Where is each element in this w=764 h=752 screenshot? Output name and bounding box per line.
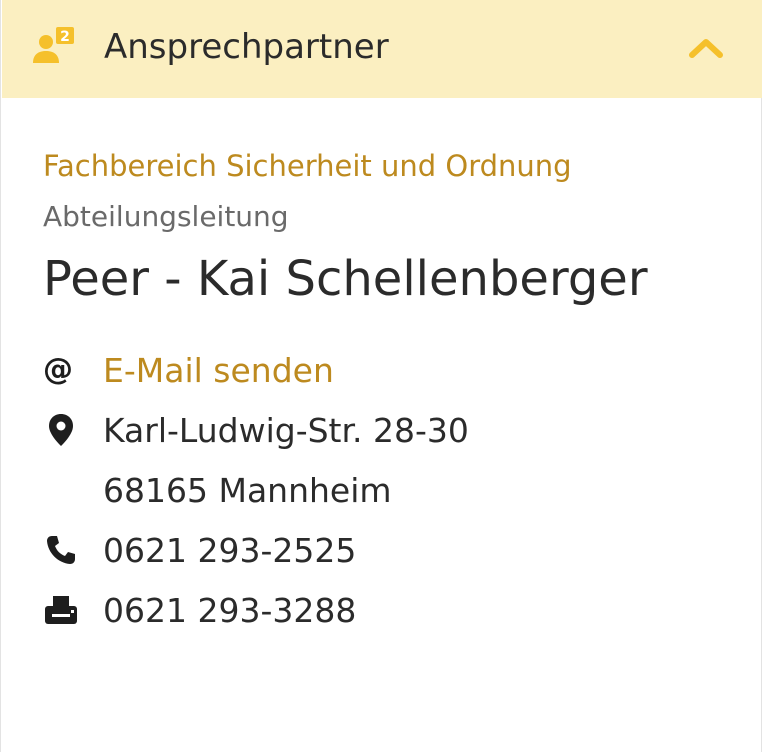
contact-panel: 2 Ansprechpartner Fachbereich Sicherheit…: [0, 0, 762, 752]
phone-icon: [47, 536, 75, 564]
fax-row: 0621 293-3288: [43, 588, 743, 634]
chevron-up-icon[interactable]: [688, 36, 724, 60]
fax-icon: [45, 596, 77, 624]
at-icon: @: [43, 352, 73, 387]
accordion-title: Ansprechpartner: [104, 27, 389, 67]
contact-person-icon: 2: [33, 27, 74, 63]
email-row: @ E-Mail senden: [43, 348, 743, 394]
role-title: Abteilungsleitung: [43, 200, 289, 233]
address-street: Karl-Ludwig-Str. 28-30: [103, 411, 469, 450]
svg-text:2: 2: [60, 29, 70, 45]
address-row: Karl-Ludwig-Str. 28-30: [43, 408, 743, 454]
contact-name: Peer - Kai Schellenberger: [43, 251, 648, 307]
location-pin-icon: [49, 414, 73, 446]
phone-number[interactable]: 0621 293-2525: [103, 530, 356, 572]
phone-row: 0621 293-2525: [43, 528, 743, 574]
address-city-row: 68165 Mannheim: [43, 468, 743, 514]
fax-number: 0621 293-3288: [103, 591, 357, 630]
accordion-header[interactable]: 2 Ansprechpartner: [2, 0, 762, 98]
send-email-link[interactable]: E-Mail senden: [103, 350, 334, 392]
department-name: Fachbereich Sicherheit und Ordnung: [43, 149, 572, 183]
address-city: 68165 Mannheim: [103, 471, 392, 510]
